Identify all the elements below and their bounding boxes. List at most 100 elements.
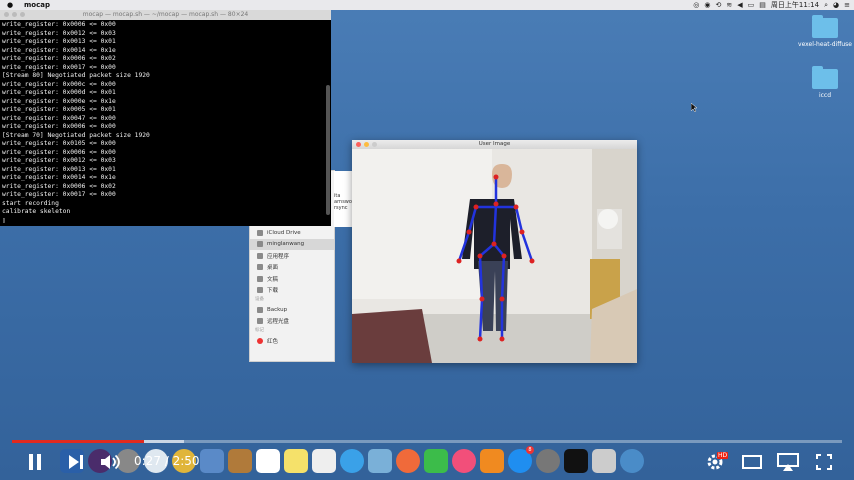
airplay-button[interactable]	[774, 446, 802, 478]
flag-icon[interactable]: ▤	[759, 0, 766, 10]
terminal-line: write_register: 0x0006 <= 0x00	[2, 123, 116, 130]
finder-sidebar-item-downloads[interactable]: 下载	[250, 285, 334, 297]
terminal-line: write_register: 0x0012 <= 0x03	[2, 157, 116, 164]
drive-icon	[257, 306, 263, 313]
terminal-output[interactable]: write_register: 0x0006 <= 0x00 write_regi…	[0, 20, 331, 226]
finder-sidebar-item-remote-disc[interactable]: 远程光盘	[250, 316, 334, 328]
wifi-icon[interactable]: ≋	[726, 0, 732, 10]
menubar-clock[interactable]: 周日上午11:14	[771, 0, 819, 10]
fullscreen-button[interactable]	[812, 446, 836, 478]
dock-reminders-icon[interactable]	[312, 449, 336, 473]
minimize-window-button[interactable]	[12, 12, 17, 17]
dock-system-preferences-icon[interactable]	[536, 449, 560, 473]
video-time-display: 0:27 / 2:50	[134, 454, 200, 468]
terminal-line: write_register: 0x0013 <= 0x01	[2, 38, 116, 45]
finder-column: ita arnswo rsync	[334, 171, 354, 227]
finder-item-label: 桌面	[267, 265, 279, 272]
user-image-title: User Image	[478, 141, 511, 147]
dock-contacts-icon[interactable]	[228, 449, 252, 473]
apple-icon[interactable]: ●	[6, 0, 14, 10]
dock-facetime-icon[interactable]	[424, 449, 448, 473]
terminal-line: write_register: 0x000c <= 0x00	[2, 80, 116, 88]
finder-item-label: 红色	[267, 338, 279, 345]
terminal-line: write_register: 0x000d <= 0x01	[2, 89, 116, 96]
mouse-cursor-icon	[691, 103, 697, 112]
sync-icon[interactable]: ⟲	[716, 0, 722, 10]
terminal-line: write_register: 0x0006 <= 0x00	[2, 21, 116, 28]
desktop-folder-label: vexel-heat-diffuse	[798, 41, 852, 48]
user-image-window[interactable]: User Image	[352, 140, 637, 363]
volume-button[interactable]	[98, 446, 124, 478]
zoom-window-button[interactable]	[20, 12, 25, 17]
terminal-scrollbar[interactable]	[326, 85, 330, 215]
terminal-titlebar[interactable]: mocap — mocap.sh — ~/mocap — mocap.sh — …	[0, 10, 331, 20]
minimize-window-button[interactable]	[364, 142, 369, 147]
dock-textedit-icon[interactable]	[592, 449, 616, 473]
siri-icon[interactable]: ◕	[833, 0, 839, 10]
menubar-app-name[interactable]: mocap	[24, 0, 50, 10]
dock-calendar-icon[interactable]	[256, 449, 280, 473]
desktop-folder-vexel[interactable]: vexel-heat-diffuse	[795, 15, 854, 48]
dock-preview-icon[interactable]	[368, 449, 392, 473]
dock-mail-icon[interactable]	[200, 449, 224, 473]
terminal-line: write_register: 0x000e <= 0x1e	[2, 97, 116, 105]
dock-music-icon[interactable]	[452, 449, 476, 473]
theater-mode-button[interactable]	[739, 446, 765, 478]
finder-sidebar-item-home[interactable]: minglanwang	[250, 238, 334, 250]
user-image-titlebar[interactable]: User Image	[352, 140, 637, 149]
finder-section-tags: 标记	[255, 328, 264, 333]
close-window-button[interactable]	[356, 142, 361, 147]
time-machine-icon[interactable]: ◉	[704, 0, 710, 10]
dock-app-store-icon[interactable]: 8	[508, 446, 534, 473]
settings-button[interactable]: HD	[702, 446, 729, 478]
terminal-line: write_register: 0x0005 <= 0x01	[2, 106, 116, 113]
video-progress-bar[interactable]	[12, 440, 842, 443]
spotlight-icon[interactable]: ⌕	[824, 0, 828, 10]
applications-icon	[257, 252, 263, 259]
terminal-window[interactable]: mocap — mocap.sh — ~/mocap — mocap.sh — …	[0, 10, 331, 226]
notification-center-icon[interactable]: ≡	[844, 0, 850, 10]
terminal-line: write_register: 0x0105 <= 0x00	[2, 140, 116, 147]
finder-sidebar-item-documents[interactable]: 文稿	[250, 273, 334, 285]
menubar: ● mocap ◎ ◉ ⟲ ≋ ◀ ▭ ▤ 周日上午11:14 ⌕ ◕ ≡	[0, 0, 854, 10]
finder-column-item[interactable]: rsync	[334, 205, 354, 211]
finder-sidebar-item-desktop[interactable]: 桌面	[250, 262, 334, 274]
zoom-window-button[interactable]	[372, 142, 377, 147]
battery-icon[interactable]: ▭	[748, 0, 755, 10]
finder-item-label: minglanwang	[267, 241, 305, 248]
theater-mode-icon	[742, 455, 762, 469]
disc-icon	[257, 318, 263, 325]
finder-sidebar-item-tag-red[interactable]: 红色	[250, 335, 334, 347]
terminal-line: start recording	[2, 199, 59, 207]
finder-section-devices: 设备	[255, 297, 264, 302]
terminal-line: write_register: 0x0006 <= 0x02	[2, 182, 116, 190]
pause-button[interactable]	[22, 446, 48, 478]
folder-icon	[812, 15, 838, 38]
finder-item-label: iCloud Drive	[267, 229, 301, 236]
notification-badge: 8	[526, 446, 534, 454]
skip-next-icon	[69, 455, 83, 469]
dock-notes-icon[interactable]	[284, 449, 308, 473]
next-button[interactable]	[64, 446, 88, 478]
terminal-line: write_register: 0x0017 <= 0x00	[2, 63, 116, 71]
user-image-camera-view	[352, 149, 637, 363]
dock-quicktime-icon[interactable]	[620, 449, 644, 473]
finder-sidebar-item-icloud[interactable]: iCloud Drive	[250, 227, 334, 239]
volume-icon[interactable]: ◀	[737, 0, 742, 10]
dock-books-icon[interactable]	[480, 449, 504, 473]
dock-photos-icon[interactable]	[396, 449, 420, 473]
desktop-folder-iccd[interactable]: iccd	[795, 66, 854, 99]
red-tag-icon	[257, 337, 263, 344]
dock-messages-icon[interactable]	[340, 449, 364, 473]
finder-sidebar-item-backup[interactable]: Backup	[250, 304, 334, 316]
video-played-bar	[12, 440, 144, 443]
finder-item-label: Backup	[267, 306, 288, 313]
terminal-line: [Stream 80] Negotiated packet size 1920	[2, 72, 150, 79]
finder-item-label: 应用程序	[267, 253, 290, 260]
status-icon[interactable]: ◎	[693, 0, 699, 10]
finder-sidebar-item-applications[interactable]: 应用程序	[250, 250, 334, 262]
close-window-button[interactable]	[4, 12, 9, 17]
terminal-title: mocap — mocap.sh — ~/mocap — mocap.sh — …	[82, 11, 249, 18]
home-icon	[257, 241, 263, 248]
dock-terminal-icon[interactable]	[564, 449, 588, 473]
